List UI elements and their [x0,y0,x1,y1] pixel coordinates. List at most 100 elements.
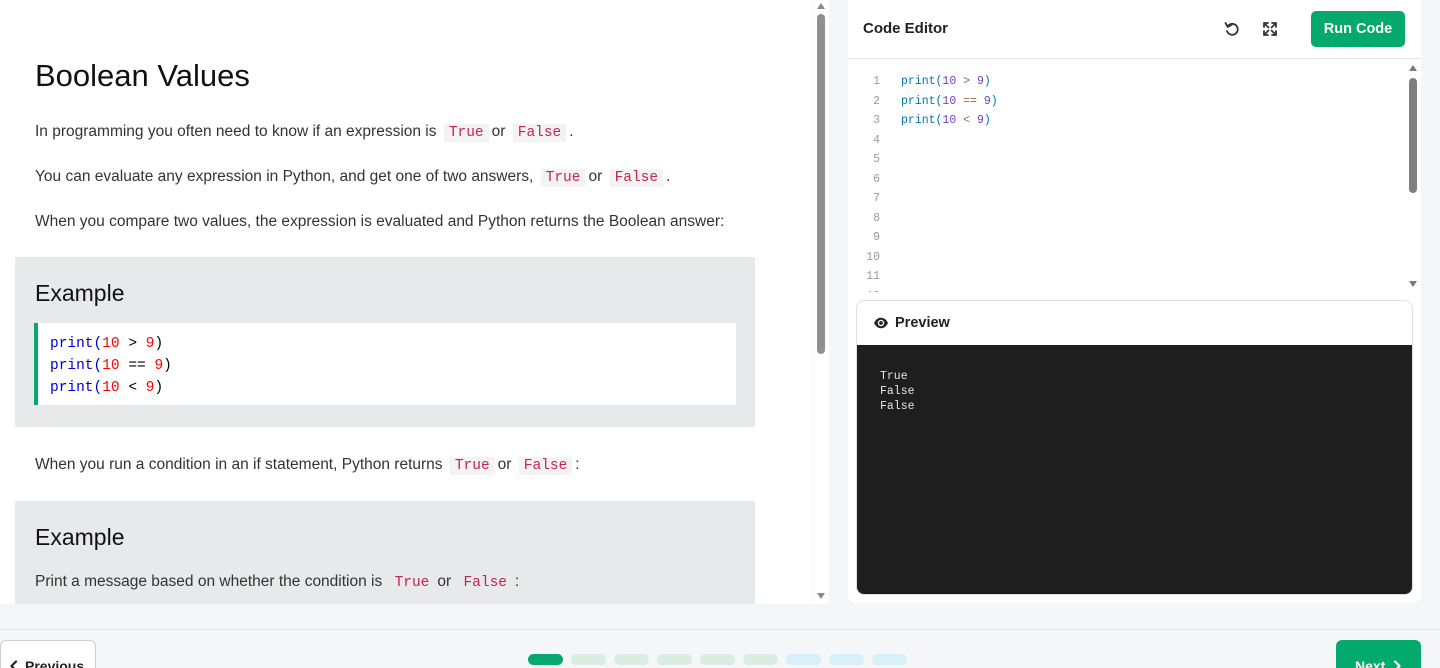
code-token: print( [50,380,103,396]
text: Print a message based on whether the con… [35,573,383,590]
lesson-panel: Boolean Values In programming you often … [0,0,812,604]
previous-label: Previous [25,658,85,668]
text: When you run a condition in an if statem… [35,456,443,473]
code-input-area[interactable]: 1 2 3 4 5 6 7 8 9 10 11 12 print(10 > 9)… [848,60,1421,292]
previous-button[interactable]: Previous [0,640,96,668]
example-box-2: Example Print a message based on whether… [15,501,755,604]
line-number: 3 [873,114,880,127]
code-token: 10 [102,336,120,352]
keyword-false: False [512,124,567,142]
progress-segment[interactable] [872,654,907,665]
editor-code-line[interactable]: print(10 > 9) [901,72,998,92]
keyword-false: False [609,169,664,187]
progress-segment[interactable] [786,654,821,665]
code-token: 9 [976,75,984,88]
scroll-down-arrow-icon[interactable] [817,593,825,599]
lesson-scrollbar[interactable] [813,0,829,604]
line-number: 11 [866,270,880,283]
fullscreen-icon[interactable] [1259,18,1281,40]
code-token: ) [154,336,164,352]
editor-scrollbar[interactable] [1406,62,1420,292]
text: . [666,168,671,185]
code-token: 10 [102,358,120,374]
line-number: 9 [873,231,880,244]
chevron-right-icon [1394,660,1401,668]
code-token: print( [50,358,103,374]
progress-segment[interactable] [571,654,606,665]
text: or [588,168,603,185]
preview-panel: Preview True False False [856,300,1413,595]
output-line: False [880,385,915,398]
code-line: print(10 == 9) [50,355,736,377]
code-token: == [119,358,155,374]
code-token: 9 [976,114,984,127]
text: or [437,573,452,590]
code-token: ) [983,75,991,88]
line-number: 8 [873,211,880,225]
editor-header: Code Editor Run Code [848,0,1421,59]
progress-segment[interactable] [614,654,649,665]
text: In programming you often need to know if… [35,123,437,140]
preview-output: True False False [857,345,1412,594]
next-button[interactable]: Next [1336,640,1421,668]
progress-segment-active[interactable] [528,654,563,665]
eye-icon [873,316,889,335]
code-token: 10 [102,380,120,396]
next-label: Next [1355,658,1386,668]
code-token: 10 [942,75,957,88]
line-number: 10 [866,250,880,264]
editor-code-lines[interactable]: print(10 > 9) print(10 == 9) print(10 < … [901,72,998,131]
code-token: ) [983,114,991,127]
progress-segment[interactable] [657,654,692,665]
progress-segment[interactable] [743,654,778,665]
keyword-true: True [443,124,489,142]
page-title: Boolean Values [35,58,250,93]
code-token: 9 [983,94,991,108]
editor-code-line[interactable]: print(10 < 9) [901,111,998,131]
scrollbar-thumb[interactable] [817,14,825,354]
scroll-up-arrow-icon[interactable] [817,3,825,9]
scrollbar-thumb[interactable] [1409,78,1417,193]
code-token: ) [163,358,172,374]
progress-segment[interactable] [829,654,864,665]
text: : [575,456,580,473]
code-token: print( [901,94,943,108]
line-number: 2 [873,94,880,108]
code-token: 10 [942,94,957,108]
example-box-1: Example print(10 > 9) print(10 == 9) pri… [15,257,755,427]
code-token: > [119,336,146,352]
progress-segment[interactable] [700,654,735,665]
preview-label: Preview [895,315,950,331]
line-number: 12 [848,287,880,293]
code-token: ) [154,380,164,396]
preview-header: Preview [857,301,1412,345]
code-token: 9 [154,358,164,374]
text: : [515,573,520,590]
example-heading: Example [35,524,125,550]
editor-code-line[interactable]: print(10 == 9) [901,92,998,112]
keyword-false: False [518,457,573,475]
example-code: print(10 > 9) print(10 == 9) print(10 < … [34,323,736,405]
intro-paragraph-4: When you run a condition in an if statem… [35,456,580,475]
code-token: print( [901,75,943,88]
intro-paragraph-2: You can evaluate any expression in Pytho… [35,168,671,187]
line-number: 7 [873,192,880,205]
output-line: False [880,400,915,413]
keyword-true: True [540,169,586,187]
scroll-up-arrow-icon[interactable] [1409,65,1417,71]
output-line: True [880,370,908,383]
line-number: 4 [873,133,880,147]
keyword-false: False [463,575,507,591]
chevron-left-icon [10,660,18,668]
reset-icon[interactable] [1221,18,1243,40]
line-number: 6 [873,172,880,186]
example-heading: Example [35,280,125,306]
footer-navigation: Previous Next [0,629,1440,668]
line-number: 5 [873,153,880,166]
text: . [569,123,574,140]
run-code-button[interactable]: Run Code [1311,11,1405,47]
line-number-gutter: 1 2 3 4 5 6 7 8 9 10 11 12 [848,72,880,292]
scroll-down-arrow-icon[interactable] [1409,281,1417,287]
text: or [497,456,512,473]
code-token: 10 [942,114,957,127]
